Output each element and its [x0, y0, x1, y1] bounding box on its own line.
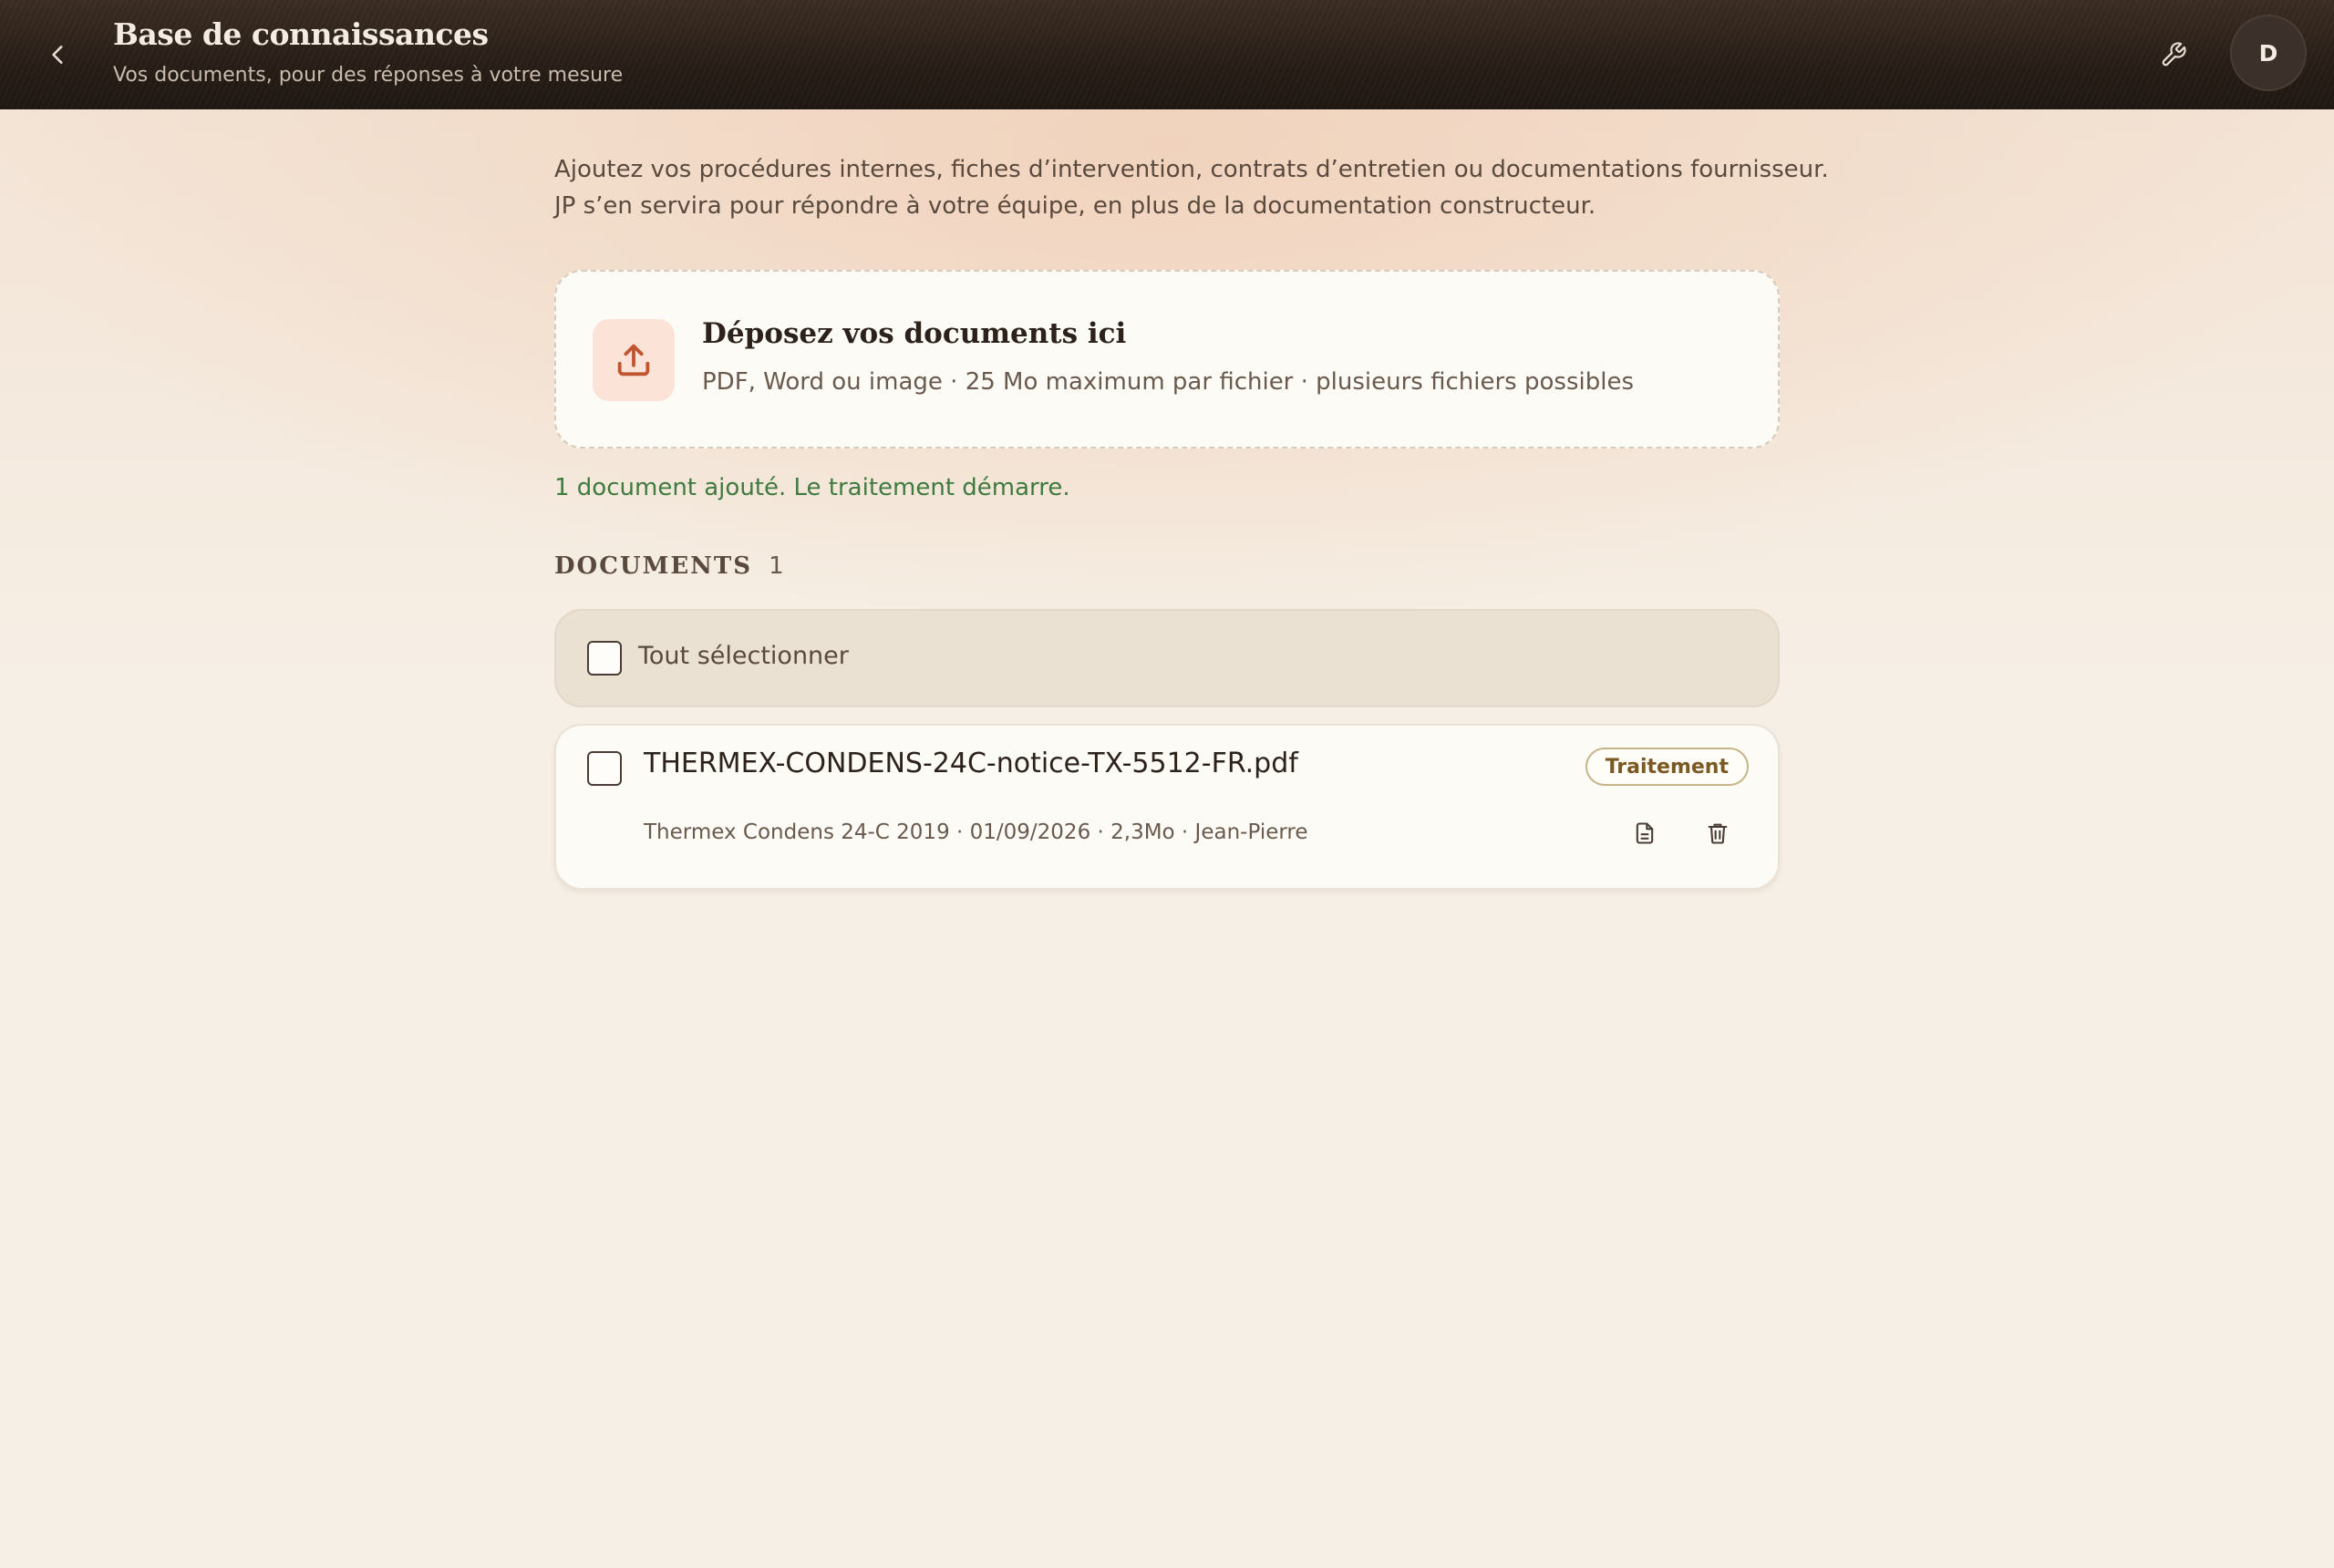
documents-section-title: DOCUMENTS — [554, 552, 753, 580]
select-all-label: Tout sélectionner — [638, 642, 849, 670]
wrench-icon — [2162, 42, 2186, 67]
delete-document-button[interactable] — [1696, 811, 1740, 855]
upload-dropzone[interactable]: Déposez vos documents ici PDF, Word ou i… — [554, 270, 1780, 449]
documents-count: 1 — [769, 552, 784, 580]
view-document-button[interactable] — [1623, 811, 1667, 855]
tools-button[interactable] — [2152, 33, 2195, 77]
documents-section-header: DOCUMENTS 1 — [554, 552, 784, 580]
intro-line-1: Ajoutez vos procédures internes, fiches … — [554, 156, 1829, 183]
intro-line-2: JP s’en servira pour répondre à votre éq… — [554, 192, 1596, 220]
intro-text: Ajoutez vos procédures internes, fiches … — [554, 151, 1829, 224]
status-badge: Traitement — [1585, 748, 1749, 786]
page-subtitle: Vos documents, pour des réponses à votre… — [113, 64, 624, 87]
trash-icon — [1708, 823, 1728, 844]
select-all-checkbox[interactable] — [587, 641, 622, 676]
upload-icon-tile — [593, 319, 675, 401]
select-all-row[interactable]: Tout sélectionner — [554, 609, 1780, 707]
document-name[interactable]: THERMEX-CONDENS-24C-notice-TX-5512-FR.pd… — [644, 748, 1298, 779]
document-meta: Thermex Condens 24-C 2019 · 01/09/2026 ·… — [644, 820, 1308, 844]
page-title: Base de connaissances — [113, 16, 489, 52]
document-checkbox[interactable] — [587, 751, 622, 786]
chevron-left-icon — [52, 46, 63, 64]
upload-status-message: 1 document ajouté. Le traitement démarre… — [554, 474, 1070, 501]
back-button[interactable] — [36, 33, 80, 77]
document-icon — [1636, 822, 1654, 844]
document-row[interactable]: THERMEX-CONDENS-24C-notice-TX-5512-FR.pd… — [554, 724, 1780, 890]
dropzone-hint: PDF, Word ou image · 25 Mo maximum par f… — [702, 368, 1634, 396]
dropzone-title: Déposez vos documents ici — [702, 317, 1127, 350]
upload-icon — [617, 344, 650, 377]
top-bar: Base de connaissances Vos documents, pou… — [0, 0, 2334, 109]
avatar[interactable]: D — [2230, 15, 2307, 91]
